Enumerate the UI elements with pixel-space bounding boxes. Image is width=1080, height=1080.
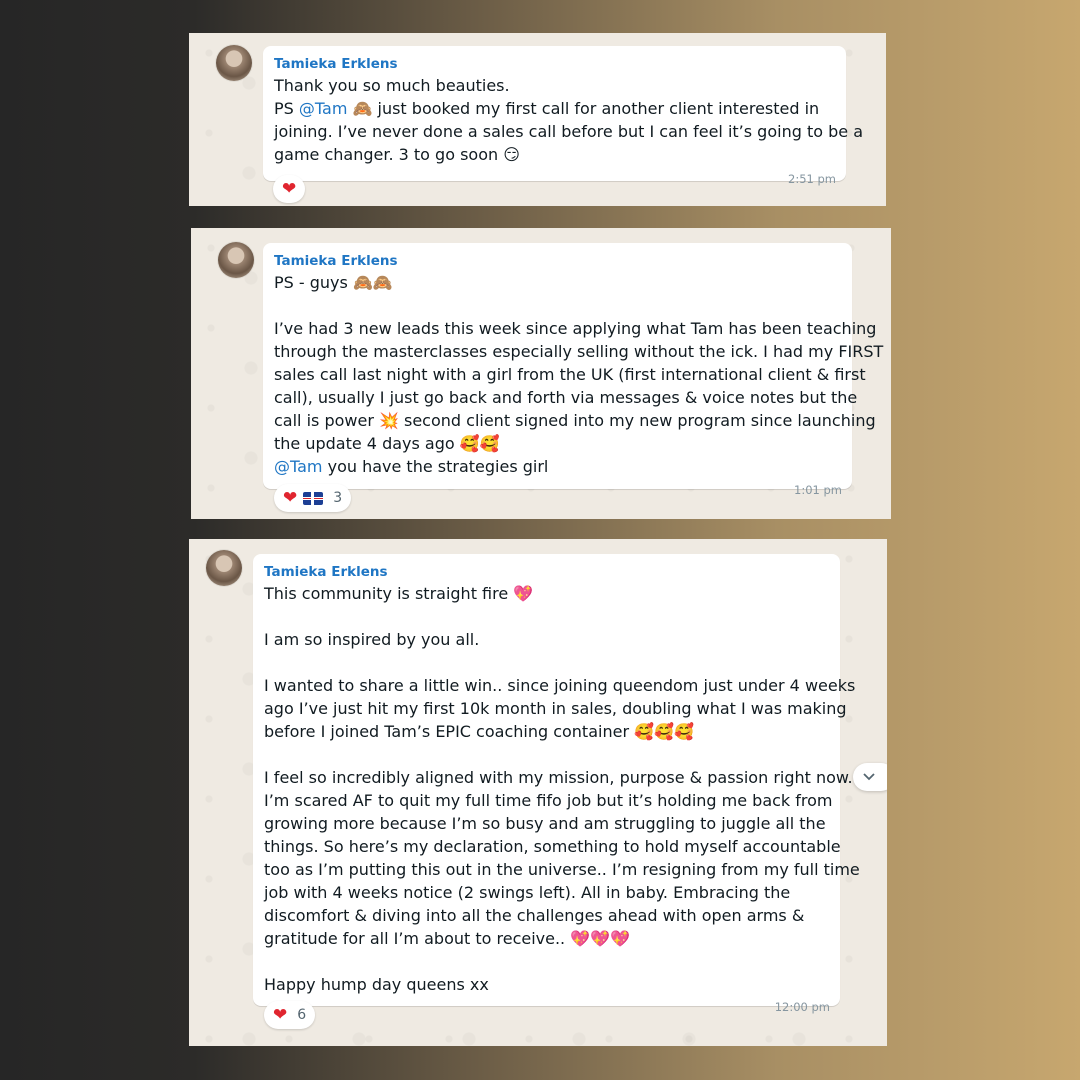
message-text: PS - guys 🙈🙈 I’ve had 3 new leads this w… xyxy=(274,271,884,478)
message-line xyxy=(264,651,824,674)
message-line: growing more because I’m so busy and am … xyxy=(264,814,826,833)
avatar[interactable] xyxy=(218,242,254,278)
message-line: too as I’m putting this out in the unive… xyxy=(264,860,860,879)
message-line: call), usually I just go back and forth … xyxy=(274,388,858,407)
message-line: the update 4 days ago 🥰🥰 xyxy=(274,434,500,453)
message-line xyxy=(264,743,824,766)
message-line xyxy=(264,950,824,973)
sender-name[interactable]: Tamieka Erklens xyxy=(264,564,388,580)
mention-link[interactable]: @Tam xyxy=(299,99,348,118)
sender-name[interactable]: Tamieka Erklens xyxy=(274,56,398,72)
uk-flag-icon xyxy=(303,491,324,505)
chat-screenshot-3: Tamieka Erklens This community is straig… xyxy=(189,539,887,1046)
message-line: ago I’ve just hit my first 10k month in … xyxy=(264,699,847,718)
message-line: Happy hump day queens xx xyxy=(264,975,489,994)
sender-name[interactable]: Tamieka Erklens xyxy=(274,253,398,269)
reaction-count: 3 xyxy=(333,490,343,506)
chat-screenshot-1: Tamieka Erklens Thank you so much beauti… xyxy=(189,33,886,206)
message-line: Thank you so much beauties. xyxy=(274,76,510,95)
message-line xyxy=(274,294,834,317)
timestamp: 12:00 pm xyxy=(774,1000,830,1014)
reactions-pill[interactable]: ❤ xyxy=(273,175,306,203)
message-line: game changer. 3 to go soon 😏 xyxy=(274,145,520,164)
heart-icon: ❤ xyxy=(283,487,298,508)
message-line: discomfort & diving into all the challen… xyxy=(264,906,805,925)
message-line: @Tam you have the strategies girl xyxy=(274,455,834,478)
timestamp: 2:51 pm xyxy=(788,172,836,186)
reactions-pill[interactable]: ❤ 3 xyxy=(274,484,352,512)
heart-icon: ❤ xyxy=(282,178,297,199)
message-line: before I joined Tam’s EPIC coaching cont… xyxy=(264,722,694,741)
scroll-down-button[interactable] xyxy=(853,763,887,791)
message-line: I am so inspired by you all. xyxy=(264,630,480,649)
message-line: PS - guys 🙈🙈 xyxy=(274,273,393,292)
message-line: I feel so incredibly aligned with my mis… xyxy=(264,768,853,787)
reactions-pill[interactable]: ❤ 6 xyxy=(264,1001,316,1029)
message-line-start: PS xyxy=(274,99,299,118)
message-line xyxy=(264,605,824,628)
message-line: joining. I’ve never done a sales call be… xyxy=(274,122,863,141)
message-line: call is power 💥 second client signed int… xyxy=(274,411,876,430)
message-line: job with 4 weeks notice (2 swings left).… xyxy=(264,883,791,902)
message-line-rest: you have the strategies girl xyxy=(322,457,549,476)
message-line: I’ve had 3 new leads this week since app… xyxy=(274,319,877,338)
avatar[interactable] xyxy=(206,550,242,586)
avatar[interactable] xyxy=(216,45,252,81)
message-text: Thank you so much beauties. PS @Tam 🙈 ju… xyxy=(274,74,863,166)
message-bubble[interactable]: Tamieka Erklens This community is straig… xyxy=(253,554,860,1014)
message-bubble[interactable]: Tamieka Erklens Thank you so much beauti… xyxy=(263,46,863,186)
message-line: gratitude for all I’m about to receive..… xyxy=(264,929,630,948)
timestamp: 1:01 pm xyxy=(794,483,842,497)
message-line: things. So here’s my declaration, someth… xyxy=(264,837,841,856)
message-line: sales call last night with a girl from t… xyxy=(274,365,866,384)
message-line: through the masterclasses especially sel… xyxy=(274,342,884,361)
message-line: I’m scared AF to quit my full time fifo … xyxy=(264,791,833,810)
chat-screenshot-2: Tamieka Erklens PS - guys 🙈🙈 I’ve had 3 … xyxy=(191,228,891,519)
reaction-count: 6 xyxy=(297,1007,307,1023)
mention-link[interactable]: @Tam xyxy=(274,457,323,476)
message-text: This community is straight fire 💖 I am s… xyxy=(264,582,860,996)
heart-icon: ❤ xyxy=(273,1004,288,1025)
message-line-rest: 🙈 just booked my first call for another … xyxy=(347,99,820,118)
message-bubble[interactable]: Tamieka Erklens PS - guys 🙈🙈 I’ve had 3 … xyxy=(263,243,884,497)
chevron-down-icon xyxy=(863,770,875,785)
message-line: PS @Tam 🙈 just booked my first call for … xyxy=(274,97,834,120)
message-line: This community is straight fire 💖 xyxy=(264,584,534,603)
message-line: I wanted to share a little win.. since j… xyxy=(264,676,856,695)
